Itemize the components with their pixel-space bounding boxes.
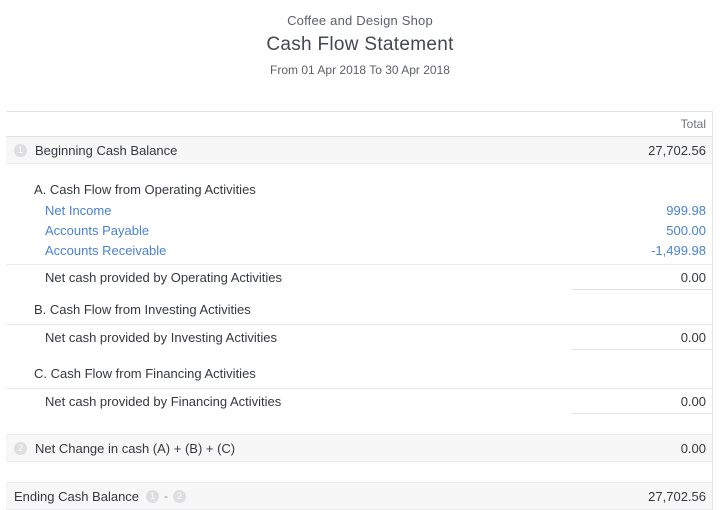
section-heading-financing: C. Cash Flow from Financing Activities [6,364,712,384]
total-column-header: Total [681,117,706,131]
section-heading-operating: A. Cash Flow from Operating Activities [6,180,712,200]
cash-flow-report: Coffee and Design Shop Cash Flow Stateme… [0,0,720,510]
beginning-cash-balance-row: 1 Beginning Cash Balance 27,702.56 [6,137,712,164]
financing-total-row: Net cash provided by Financing Activitie… [6,389,712,413]
minus-separator: - [164,489,168,503]
investing-total-row: Net cash provided by Investing Activitie… [6,325,712,349]
accounts-receivable-amount: -1,499.98 [651,243,706,258]
table-header-row: Total [6,111,712,137]
accounts-receivable-link[interactable]: Accounts Receivable [45,243,166,258]
section-financing-activities: C. Cash Flow from Financing Activities N… [6,364,712,414]
net-change-row: 2 Net Change in cash (A) + (B) + (C) 0.0… [6,434,712,462]
financing-total-label: Net cash provided by Financing Activitie… [45,394,281,409]
company-name: Coffee and Design Shop [0,13,720,28]
investing-total-amount: 0.00 [681,330,706,345]
ending-cash-balance-label: Ending Cash Balance [14,489,139,504]
account-row-net-income: Net Income 999.98 [6,200,712,220]
report-header: Coffee and Design Shop Cash Flow Stateme… [0,0,720,77]
net-income-link[interactable]: Net Income [45,203,111,218]
account-row-accounts-payable: Accounts Payable 500.00 [6,220,712,240]
net-change-amount: 0.00 [681,441,706,456]
spacer [6,164,712,180]
amount-underline [572,349,712,350]
circle-badge-1-icon: 1 [14,144,27,157]
account-row-accounts-receivable: Accounts Receivable -1,499.98 [6,240,712,260]
operating-total-row: Net cash provided by Operating Activitie… [6,265,712,289]
investing-total-label: Net cash provided by Investing Activitie… [45,330,277,345]
circle-badge-1-icon: 1 [146,490,159,503]
beginning-cash-balance-amount: 27,702.56 [648,143,706,158]
net-income-amount: 999.98 [666,203,706,218]
ending-cash-balance-amount: 27,702.56 [648,489,706,504]
spacer [6,462,712,482]
circle-badge-2-icon: 2 [173,490,186,503]
page-title: Cash Flow Statement [0,34,720,56]
financing-total-amount: 0.00 [681,394,706,409]
accounts-payable-amount: 500.00 [666,223,706,238]
beginning-cash-balance-label: Beginning Cash Balance [35,143,177,158]
amount-underline [572,289,712,290]
ending-cash-balance-row: Ending Cash Balance 1 - 2 27,702.56 [6,482,712,510]
circle-badge-2-icon: 2 [14,442,27,455]
accounts-payable-link[interactable]: Accounts Payable [45,223,149,238]
net-change-label: Net Change in cash (A) + (B) + (C) [35,441,235,456]
section-heading-investing: B. Cash Flow from Investing Activities [6,300,712,320]
operating-total-label: Net cash provided by Operating Activitie… [45,270,282,285]
operating-total-amount: 0.00 [681,270,706,285]
report-date-range: From 01 Apr 2018 To 30 Apr 2018 [0,63,720,77]
section-operating-activities: A. Cash Flow from Operating Activities N… [6,180,712,290]
cash-flow-table: Total 1 Beginning Cash Balance 27,702.56… [6,111,713,510]
spacer [6,414,712,434]
section-investing-activities: B. Cash Flow from Investing Activities N… [6,300,712,350]
